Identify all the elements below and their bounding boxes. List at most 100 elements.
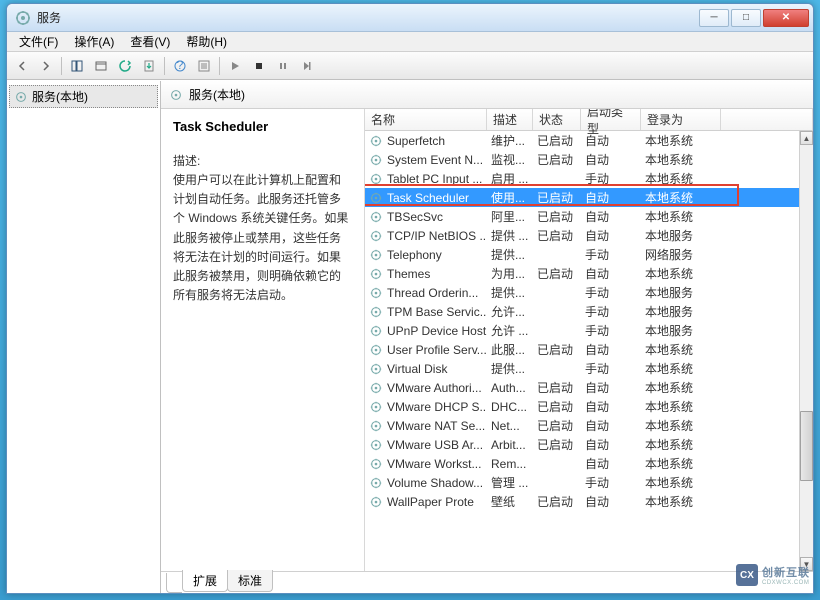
column-log-on-as[interactable]: 登录为 (641, 109, 721, 130)
scroll-thumb[interactable] (800, 411, 813, 481)
toolbar-separator (219, 57, 220, 75)
service-row[interactable]: WallPaper Prote壁纸已启动自动本地系统 (365, 492, 799, 511)
service-row[interactable]: Tablet PC Input ...启用 ...手动本地系统 (365, 169, 799, 188)
start-service-button[interactable] (224, 55, 246, 77)
service-row[interactable]: Virtual Disk提供...手动本地系统 (365, 359, 799, 378)
service-desc-cell: Rem... (487, 457, 533, 471)
service-row[interactable]: Superfetch维护...已启动自动本地系统 (365, 131, 799, 150)
titlebar[interactable]: 服务 ─ □ ✕ (7, 4, 813, 32)
service-name-cell: WallPaper Prote (365, 495, 487, 509)
selected-service-title: Task Scheduler (173, 119, 352, 134)
service-row[interactable]: TBSecSvc阿里...已启动自动本地系统 (365, 207, 799, 226)
service-logon-cell: 本地系统 (641, 189, 721, 206)
properties2-button[interactable] (193, 55, 215, 77)
tree-root-services-local[interactable]: 服务(本地) (9, 85, 158, 108)
restart-service-button[interactable] (296, 55, 318, 77)
service-row[interactable]: User Profile Serv...此服...已启动自动本地系统 (365, 340, 799, 359)
service-logon-cell: 本地系统 (641, 455, 721, 472)
service-row[interactable]: Telephony提供...手动网络服务 (365, 245, 799, 264)
service-logon-cell: 本地系统 (641, 265, 721, 282)
service-name-cell: Volume Shadow... (365, 476, 487, 490)
forward-button[interactable] (35, 55, 57, 77)
pause-service-button[interactable] (272, 55, 294, 77)
menu-file[interactable]: 文件(F) (11, 31, 66, 52)
service-startup-cell: 手动 (581, 322, 641, 339)
service-startup-cell: 手动 (581, 303, 641, 320)
services-icon (15, 10, 31, 26)
service-startup-cell: 手动 (581, 170, 641, 187)
show-hide-tree-button[interactable] (66, 55, 88, 77)
detail-pane: Task Scheduler 描述: 使用户可以在此计算机上配置和计划自动任务。… (161, 109, 365, 571)
service-logon-cell: 本地服务 (641, 322, 721, 339)
service-startup-cell: 自动 (581, 227, 641, 244)
service-logon-cell: 本地服务 (641, 284, 721, 301)
vertical-scrollbar[interactable]: ▲ ▼ (799, 131, 813, 571)
service-row[interactable]: System Event N...监视...已启动自动本地系统 (365, 150, 799, 169)
service-logon-cell: 本地系统 (641, 132, 721, 149)
service-status-cell: 已启动 (533, 417, 581, 434)
service-desc-cell: 管理 ... (487, 474, 533, 491)
menubar: 文件(F) 操作(A) 查看(V) 帮助(H) (7, 32, 813, 52)
column-description[interactable]: 描述 (487, 109, 533, 130)
close-button[interactable]: ✕ (763, 9, 809, 27)
service-row[interactable]: VMware Authori...Auth...已启动自动本地系统 (365, 378, 799, 397)
properties-button[interactable] (90, 55, 112, 77)
menu-action[interactable]: 操作(A) (66, 31, 122, 52)
service-logon-cell: 本地服务 (641, 227, 721, 244)
service-row[interactable]: Themes为用...已启动自动本地系统 (365, 264, 799, 283)
service-row[interactable]: TPM Base Servic...允许...手动本地服务 (365, 302, 799, 321)
stop-service-button[interactable] (248, 55, 270, 77)
watermark-text: 创新互联 (762, 564, 810, 580)
service-name-cell: Thread Orderin... (365, 286, 487, 300)
service-status-cell: 已启动 (533, 379, 581, 396)
service-row[interactable]: UPnP Device Host允许 ...手动本地服务 (365, 321, 799, 340)
service-row[interactable]: Volume Shadow...管理 ...手动本地系统 (365, 473, 799, 492)
tab-extended[interactable]: 扩展 (182, 570, 228, 592)
service-name-cell: Telephony (365, 248, 487, 262)
refresh-button[interactable] (114, 55, 136, 77)
tab-standard[interactable]: 标准 (227, 570, 273, 592)
right-pane-header: 服务(本地) (161, 81, 813, 109)
service-desc-cell: 提供... (487, 246, 533, 263)
service-startup-cell: 自动 (581, 189, 641, 206)
menu-view[interactable]: 查看(V) (122, 31, 178, 52)
scroll-up-button[interactable]: ▲ (800, 131, 813, 145)
service-name-cell: UPnP Device Host (365, 324, 487, 338)
service-name-cell: Themes (365, 267, 487, 281)
watermark-sub: CDXWCX.COM (762, 580, 810, 586)
tree-pane[interactable]: 服务(本地) (7, 81, 161, 593)
back-button[interactable] (11, 55, 33, 77)
service-row[interactable]: TCP/IP NetBIOS ...提供 ...已启动自动本地服务 (365, 226, 799, 245)
service-desc-cell: 允许... (487, 303, 533, 320)
service-name-cell: Task Scheduler (365, 191, 487, 205)
list-rows[interactable]: Superfetch维护...已启动自动本地系统System Event N..… (365, 131, 799, 571)
service-status-cell: 已启动 (533, 398, 581, 415)
service-desc-cell: 提供... (487, 360, 533, 377)
service-list[interactable]: 名称 描述 状态 启动类型 登录为 Superfetch维护...已启动自动本地… (365, 109, 813, 571)
service-row[interactable]: Thread Orderin...提供...手动本地服务 (365, 283, 799, 302)
minimize-button[interactable]: ─ (699, 9, 729, 27)
column-startup-type[interactable]: 启动类型 (581, 109, 641, 130)
service-row[interactable]: VMware DHCP S...DHC...已启动自动本地系统 (365, 397, 799, 416)
service-name-cell: Virtual Disk (365, 362, 487, 376)
service-startup-cell: 自动 (581, 132, 641, 149)
service-row[interactable]: Task Scheduler使用...已启动自动本地系统 (365, 188, 799, 207)
service-row[interactable]: VMware USB Ar...Arbit...已启动自动本地系统 (365, 435, 799, 454)
export-button[interactable] (138, 55, 160, 77)
column-name[interactable]: 名称 (365, 109, 487, 130)
service-row[interactable]: VMware Workst...Rem...自动本地系统 (365, 454, 799, 473)
list-header: 名称 描述 状态 启动类型 登录为 (365, 109, 813, 131)
column-status[interactable]: 状态 (533, 109, 581, 130)
maximize-button[interactable]: □ (731, 9, 761, 27)
service-logon-cell: 本地服务 (641, 303, 721, 320)
service-desc-cell: 使用... (487, 189, 533, 206)
service-name-cell: Tablet PC Input ... (365, 172, 487, 186)
service-row[interactable]: VMware NAT Se...Net...已启动自动本地系统 (365, 416, 799, 435)
service-status-cell: 已启动 (533, 189, 581, 206)
toolbar-separator (61, 57, 62, 75)
service-logon-cell: 本地系统 (641, 208, 721, 225)
right-body: Task Scheduler 描述: 使用户可以在此计算机上配置和计划自动任务。… (161, 109, 813, 571)
menu-help[interactable]: 帮助(H) (178, 31, 235, 52)
service-desc-cell: 启用 ... (487, 170, 533, 187)
help-button[interactable]: ? (169, 55, 191, 77)
